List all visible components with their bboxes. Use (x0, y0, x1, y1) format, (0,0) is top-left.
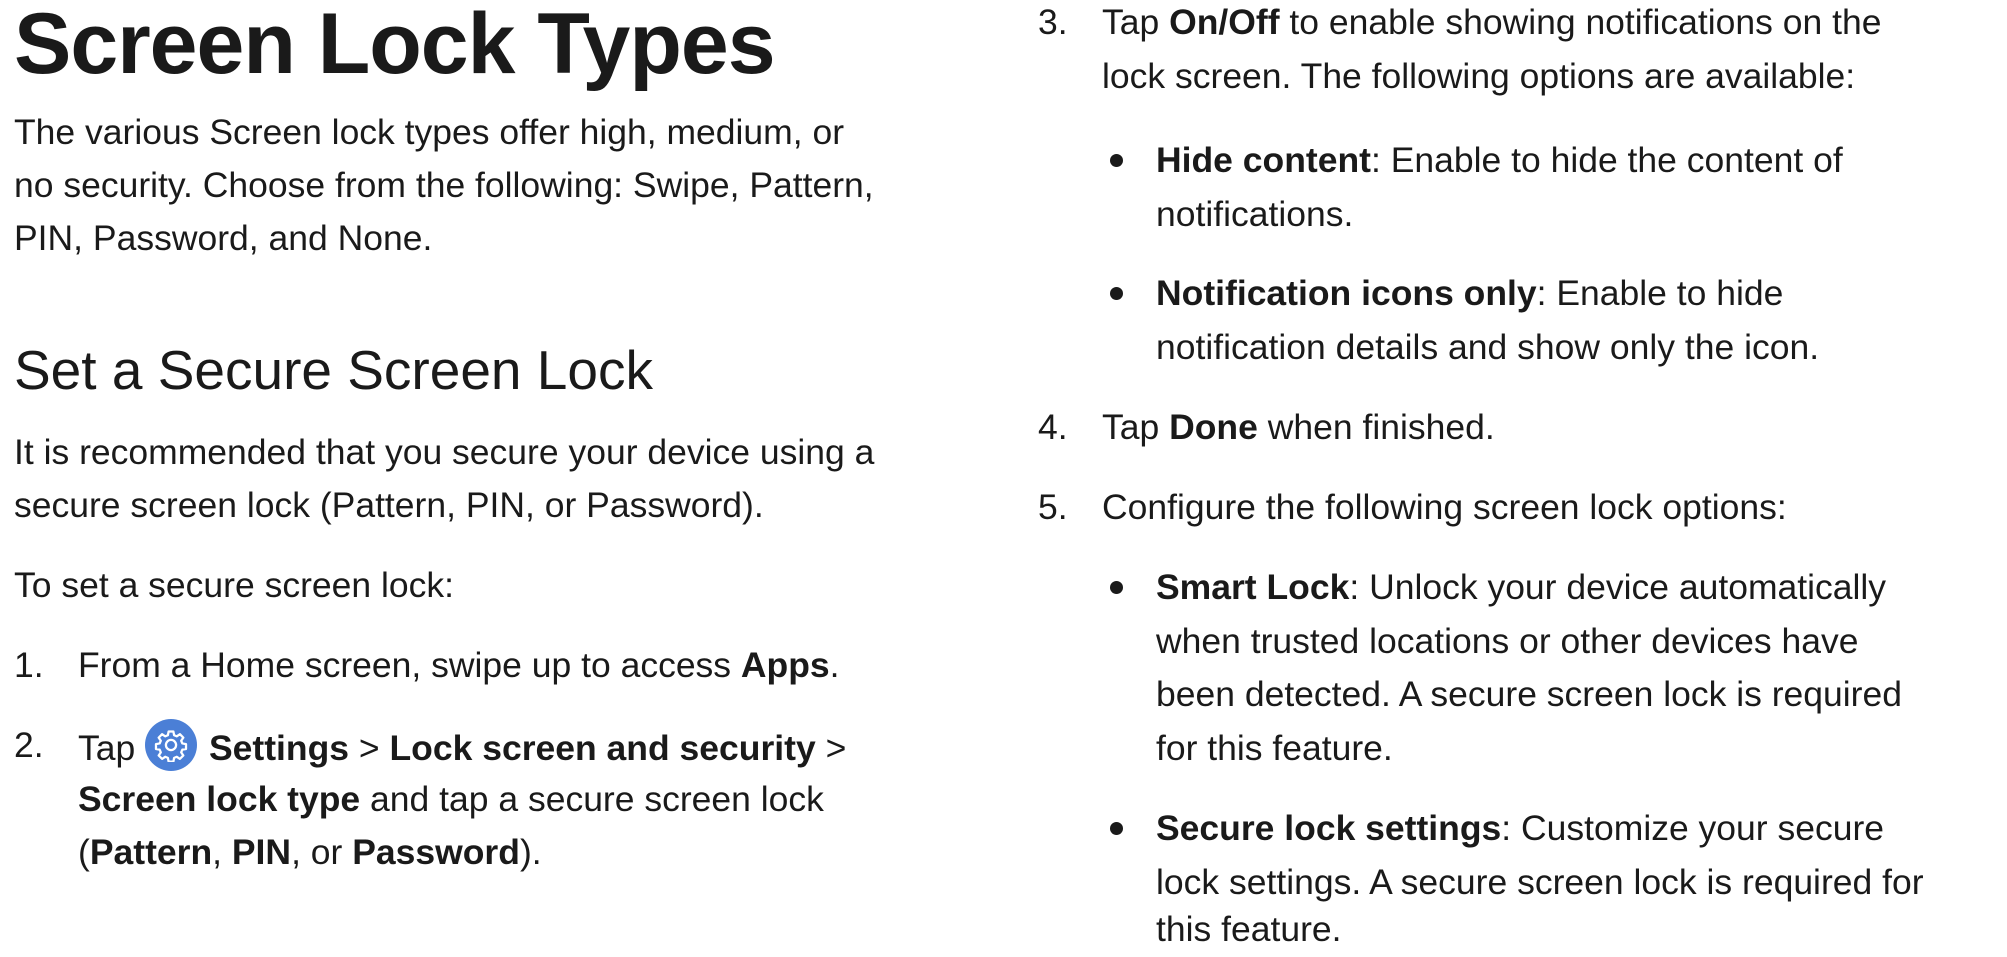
step-text: Configure the following screen lock opti… (1102, 487, 1787, 527)
bullet-text-line-2: when trusted locations or other devices … (1156, 620, 1859, 661)
step-number: 3. (1038, 2, 1068, 42)
page-title: Screen Lock Types (14, 0, 776, 92)
step-text-line-2: Screen lock type and tap a secure screen… (78, 778, 824, 819)
bullet-text-line-2: lock settings. A secure screen lock is r… (1156, 861, 1924, 902)
step-text-line-2: lock screen. The following options are a… (1102, 55, 1856, 96)
step-number: 4. (1038, 407, 1068, 447)
bullet-dot (1110, 154, 1123, 167)
bullet-text-line-3: this feature. (1156, 909, 1342, 949)
smart-lock-label: Smart Lock (1156, 567, 1350, 607)
bullet-dot (1110, 287, 1123, 300)
recommend-line-1: It is recommended that you secure your d… (14, 432, 875, 472)
bullet-text: Secure lock settings: Customize your sec… (1156, 808, 1885, 848)
recommend-line-2: secure screen lock (Pattern, PIN, or Pas… (14, 485, 764, 525)
apps-label: Apps (740, 645, 830, 685)
bullet-text-line-2: notifications. (1156, 193, 1354, 234)
bullet-text: Notification icons only: Enable to hide (1156, 273, 1784, 313)
bullet-dot (1110, 822, 1123, 835)
step-number: 1. (14, 645, 44, 685)
step-number: 2. (14, 725, 44, 765)
notification-icons-label: Notification icons only (1156, 273, 1537, 313)
screen-lock-type-label: Screen lock type (78, 778, 361, 819)
done-label: Done (1169, 407, 1258, 447)
lock-screen-label: Lock screen and security (389, 728, 816, 768)
pin-label: PIN (231, 832, 292, 872)
hide-content-label: Hide content (1156, 140, 1371, 180)
step-number: 5. (1038, 487, 1068, 527)
secure-lock-settings-label: Secure lock settings (1156, 808, 1502, 848)
gear-icon (145, 719, 198, 771)
bullet-dot (1110, 581, 1123, 594)
step-text-line-3: (Pattern, PIN, or Password). (78, 832, 542, 872)
intro-line-3: PIN, Password, and None. (14, 218, 433, 258)
bullet-text: Hide content: Enable to hide the content… (1156, 140, 1843, 180)
step-text: From a Home screen, swipe up to access A… (78, 645, 840, 685)
step-text: Tap Settings > Lock screen and security … (78, 719, 846, 776)
password-label: Password (352, 832, 520, 872)
pattern-label: Pattern (89, 832, 213, 872)
intro-line-2: no security. Choose from the following: … (14, 165, 874, 205)
settings-label: Settings (208, 728, 350, 768)
on-off-label: On/Off (1169, 2, 1280, 42)
section-title: Set a Secure Screen Lock (14, 339, 653, 401)
bullet-text-line-4: for this feature. (1156, 727, 1393, 768)
bullet-text-line-3: been detected. A secure screen lock is r… (1156, 674, 1902, 714)
to-set-text: To set a secure screen lock: (14, 565, 455, 605)
intro-line-1: The various Screen lock types offer high… (14, 112, 845, 152)
bullet-text: Smart Lock: Unlock your device automatic… (1156, 567, 1887, 607)
step-text: Tap On/Off to enable showing notificatio… (1102, 2, 1882, 42)
bullet-text-line-2: notification details and show only the i… (1156, 326, 1820, 367)
step-text: Tap Done when finished. (1102, 407, 1495, 447)
